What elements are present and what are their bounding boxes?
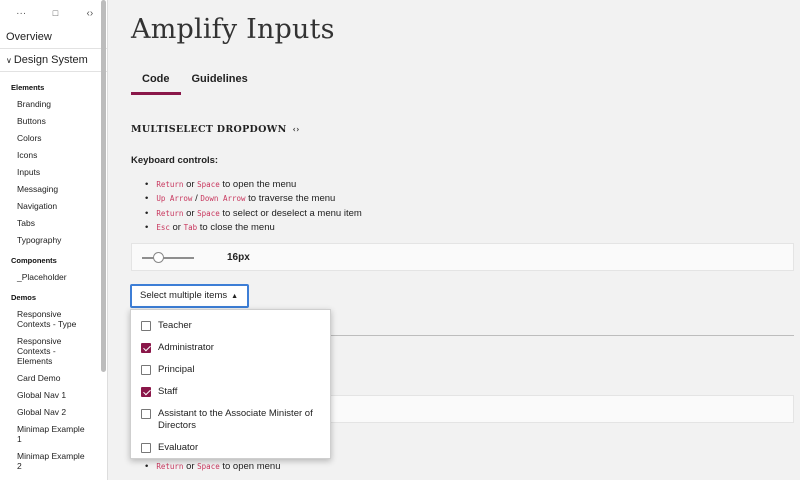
dropdown-option[interactable]: Administrator [131,337,330,359]
key-description: to traverse the menu [248,193,336,205]
checkbox[interactable] [141,409,151,419]
tab-code[interactable]: Code [131,72,181,95]
sidebar-item-responsive-contexts-elements[interactable]: Responsive Contexts - Elements [0,336,107,366]
font-size-slider-track[interactable] [142,257,194,259]
sidebar-item-inputs[interactable]: Inputs [0,167,107,177]
ellipsis-icon[interactable]: ··· [4,8,38,19]
dropdown-option-label: Assistant to the Associate Minister of D… [158,408,313,431]
sidebar-item-global-nav-2[interactable]: Global Nav 2 [0,407,107,417]
sidebar-item-placeholder[interactable]: _Placeholder [0,272,107,282]
list-item: Esc or Tab to close the menu [145,221,362,235]
sidebar-scrollbar[interactable] [101,0,106,372]
checkbox[interactable] [141,321,151,331]
checkbox[interactable] [141,443,151,453]
divider [329,335,794,336]
sidebar-item-icons[interactable]: Icons [0,150,107,160]
sidebar-item-minimap-example-2[interactable]: Minimap Example 2 [0,451,107,471]
caret-up-icon: ▲ [231,293,239,300]
main-content: Amplify Inputs Code Guidelines MULTISELE… [109,0,800,480]
code-icon[interactable]: ‹› [293,124,300,134]
dropdown-option[interactable]: Teacher [131,315,330,337]
keyboard-controls-label: Keyboard controls: [131,155,219,166]
dropdown-option[interactable]: Assistant to the Associate Minister of D… [131,403,330,437]
dropdown-label: Select multiple items [140,290,228,301]
key-description: to open the menu [222,179,297,190]
sidebar-item-navigation[interactable]: Navigation [0,201,107,211]
sidebar-item-label: Design System [13,54,88,66]
sidebar-item-typography[interactable]: Typography [0,235,107,245]
background-panel [329,395,794,423]
key-space: Space [197,462,220,471]
multiselect-dropdown-menu: Teacher Administrator Principal Staff Assist… [130,309,331,459]
key-name: Return [156,180,184,189]
key-separator: or [186,461,195,472]
sidebar-item-buttons[interactable]: Buttons [0,116,107,126]
font-size-slider-thumb[interactable] [152,252,164,263]
keyboard-controls-list-repeat: Return or Space to open menu [145,460,280,474]
key-name: Up Arrow [156,194,193,204]
sidebar-item-overview[interactable]: Overview [0,26,107,49]
keyboard-controls-list: Return or Space to open the menuUp Arrow… [145,178,362,235]
key-separator: or [186,207,195,219]
key-separator: or [186,179,195,190]
list-item: Return or Space to open the menu [145,178,362,192]
sidebar-item-card-demo[interactable]: Card Demo [0,373,107,383]
sidebar-item-colors[interactable]: Colors [0,133,107,143]
key-name: Space [197,208,220,218]
sidebar-item-global-nav-1[interactable]: Global Nav 1 [0,390,107,400]
dropdown-option[interactable]: Evaluator [131,437,330,459]
key-name: Down Arrow [200,194,246,204]
sidebar-item-responsive-contexts-type[interactable]: Responsive Contexts - Type [0,309,107,329]
sidebar-section-heading: Elements [11,83,45,92]
dropdown-option[interactable]: Staff [131,381,330,403]
dropdown-option-label: Staff [158,386,178,397]
sidebar-item-branding[interactable]: Branding [0,99,107,109]
key-name: Tab [183,222,198,232]
dropdown-option[interactable]: Principal [131,359,330,381]
key-description: to select or deselect a menu item [222,207,362,219]
sidebar-toolbar: ··· □ ‹› [0,0,107,26]
key-name: Space [197,180,220,189]
sidebar: ··· □ ‹› Overview ∨ Design System Element… [0,0,108,480]
tab-guidelines[interactable]: Guidelines [181,72,259,95]
checkbox-checked[interactable] [141,343,151,353]
list-item: Up Arrow / Down Arrow to traverse the me… [145,192,362,206]
dropdown-option-label: Principal [158,364,195,375]
checkbox[interactable] [141,365,151,375]
chevron-down-icon: ∨ [6,56,12,65]
sidebar-item-minimap-example-1[interactable]: Minimap Example 1 [0,424,107,444]
sidebar-section-heading: Components [11,256,57,265]
key-name: Return [156,208,184,218]
slider-panel: 16px [131,243,794,271]
comment-icon[interactable]: □ [38,8,72,18]
sidebar-section-heading: Demos [11,293,37,302]
key-separator: / [195,193,198,205]
key-description: to open menu [222,461,281,472]
tab-bar: Code Guidelines [131,72,259,95]
dropdown-option-label: Evaluator [158,442,199,453]
key-separator: or [172,221,181,233]
key-name: Esc [156,222,170,232]
sidebar-groups: Elements Branding Buttons Colors Icons Inputs… [0,83,107,480]
list-item: Return or Space to open menu [145,460,280,474]
section-title-text: MULTISELECT DROPDOWN [131,124,287,135]
slider-value: 16px [227,252,250,263]
sidebar-item-tabs[interactable]: Tabs [0,218,107,228]
sidebar-item-messaging[interactable]: Messaging [0,184,107,194]
list-item: Return or Space to select or deselect a … [145,207,362,221]
page-title: Amplify Inputs [131,14,335,45]
dropdown-option-label: Administrator [158,342,214,353]
key-return: Return [156,462,184,471]
key-description: to close the menu [199,221,275,233]
dropdown-option-label: Teacher [158,320,192,331]
sidebar-item-design-system[interactable]: ∨ Design System [0,49,107,72]
checkbox-checked[interactable] [141,387,151,397]
section-title: MULTISELECT DROPDOWN ‹› [131,124,300,135]
multiselect-dropdown-button[interactable]: Select multiple items ▲ [130,284,249,308]
